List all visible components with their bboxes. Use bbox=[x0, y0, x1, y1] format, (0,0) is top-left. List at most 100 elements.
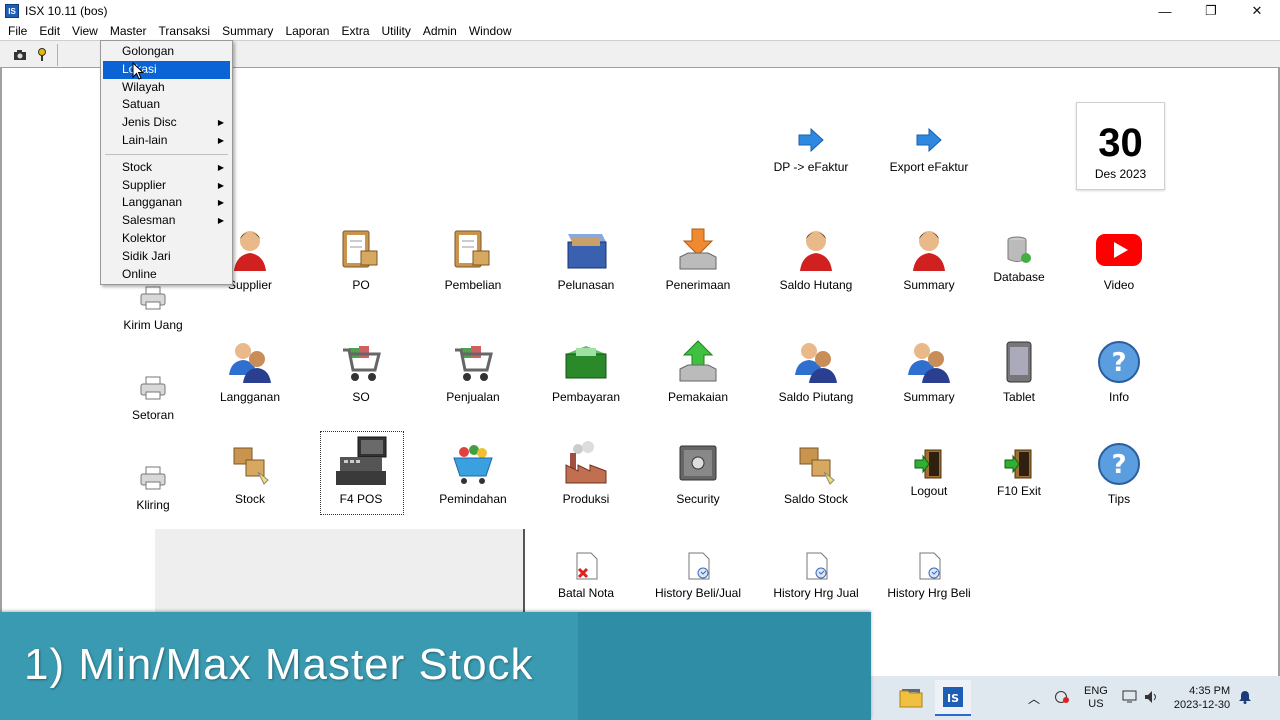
svg-text:?: ? bbox=[1111, 450, 1126, 480]
person-headset-icon bbox=[792, 226, 840, 274]
chevron-up-icon[interactable]: ︿ bbox=[1028, 690, 1040, 707]
safe-drawer-icon bbox=[562, 226, 610, 274]
camera-icon[interactable] bbox=[12, 47, 28, 63]
menu-view[interactable]: View bbox=[66, 22, 104, 40]
display-icon[interactable] bbox=[1122, 690, 1138, 707]
submenu-arrow-icon: ▶ bbox=[217, 216, 224, 226]
penjualan-button[interactable]: Penjualan bbox=[418, 338, 528, 404]
printer-icon bbox=[137, 462, 169, 494]
info-button[interactable]: ? Info bbox=[1064, 338, 1174, 404]
exit-button[interactable]: F10 Exit bbox=[964, 448, 1074, 498]
menu-laporan[interactable]: Laporan bbox=[279, 22, 335, 40]
history-hrg-beli-button[interactable]: History Hrg Beli bbox=[874, 550, 984, 600]
pemakaian-button[interactable]: Pemakaian bbox=[643, 338, 753, 404]
clipboard-box-icon bbox=[337, 226, 385, 274]
network-icon[interactable] bbox=[1054, 690, 1070, 707]
help-key-icon[interactable] bbox=[34, 47, 50, 63]
menu-item-online[interactable]: Online bbox=[101, 266, 232, 284]
isx-app-icon[interactable]: IS bbox=[935, 680, 971, 716]
document-history-icon bbox=[800, 550, 832, 582]
history-hrg-jual-button[interactable]: History Hrg Jual bbox=[761, 550, 871, 600]
menu-item-langganan[interactable]: Langganan ▶ bbox=[101, 194, 232, 212]
batal-nota-button[interactable]: Batal Nota bbox=[531, 550, 641, 600]
kliring-button[interactable]: Kliring bbox=[98, 462, 208, 512]
database-button[interactable]: Database bbox=[964, 234, 1074, 284]
stock-button[interactable]: Stock bbox=[195, 440, 305, 506]
close-button[interactable]: ✕ bbox=[1234, 0, 1280, 22]
menu-item-jenis-disc[interactable]: Jenis Disc ▶ bbox=[101, 114, 232, 132]
menu-item-lokasi[interactable]: Lokasi bbox=[103, 60, 230, 79]
clock[interactable]: 4:35 PM 2023-12-30 bbox=[1174, 684, 1230, 712]
menu-admin[interactable]: Admin bbox=[417, 22, 463, 40]
saldo-hutang-button[interactable]: Saldo Hutang bbox=[761, 226, 871, 292]
tips-button[interactable]: ? Tips bbox=[1064, 440, 1174, 506]
inbox-arrow-down-icon bbox=[674, 226, 722, 274]
svg-text:IS: IS bbox=[947, 692, 959, 705]
menu-item-sidik-jari[interactable]: Sidik Jari bbox=[101, 248, 232, 266]
person-headset-icon bbox=[226, 226, 274, 274]
penerimaan-button[interactable]: Penerimaan bbox=[643, 226, 753, 292]
history-beli-jual-button[interactable]: History Beli/Jual bbox=[643, 550, 753, 600]
menu-bar: File Edit View Master Transaksi Summary … bbox=[0, 22, 1280, 40]
file-explorer-icon[interactable] bbox=[893, 680, 929, 716]
saldo-stock-button[interactable]: Saldo Stock bbox=[761, 440, 871, 506]
boxes-icon bbox=[792, 440, 840, 488]
restore-button[interactable]: ❐ bbox=[1188, 0, 1234, 22]
notification-bell-icon[interactable] bbox=[1238, 690, 1252, 707]
boxes-icon bbox=[226, 440, 274, 488]
menu-item-supplier[interactable]: Supplier ▶ bbox=[101, 177, 232, 195]
saldo-piutang-button[interactable]: Saldo Piutang bbox=[761, 338, 871, 404]
produksi-button[interactable]: Produksi bbox=[531, 440, 641, 506]
arrow-right-icon bbox=[795, 124, 827, 156]
menu-window[interactable]: Window bbox=[463, 22, 518, 40]
master-dropdown-menu: Golongan Lokasi Wilayah Satuan Jenis Dis… bbox=[100, 40, 233, 285]
menu-master[interactable]: Master bbox=[104, 22, 153, 40]
menu-summary[interactable]: Summary bbox=[216, 22, 279, 40]
submenu-arrow-icon: ▶ bbox=[217, 162, 224, 172]
shopping-cart-icon bbox=[337, 338, 385, 386]
arrow-right-icon bbox=[913, 124, 945, 156]
question-icon: ? bbox=[1095, 338, 1143, 386]
menu-extra[interactable]: Extra bbox=[335, 22, 375, 40]
menu-item-stock[interactable]: Stock ▶ bbox=[101, 159, 232, 177]
pembelian-button[interactable]: Pembelian bbox=[418, 226, 528, 292]
minimize-button[interactable]: — bbox=[1142, 0, 1188, 22]
menu-item-lain-lain[interactable]: Lain-lain ▶ bbox=[101, 132, 232, 150]
language-indicator[interactable]: ENG US bbox=[1084, 685, 1108, 711]
database-icon bbox=[1003, 234, 1035, 266]
tutorial-banner: 1) Min/Max Master Stock bbox=[0, 612, 871, 720]
calendar-widget: 30 Des 2023 bbox=[1076, 102, 1165, 190]
shopping-cart-icon bbox=[449, 338, 497, 386]
menu-transaksi[interactable]: Transaksi bbox=[153, 22, 217, 40]
menu-edit[interactable]: Edit bbox=[33, 22, 66, 40]
window-title: ISX 10.11 (bos) bbox=[25, 4, 108, 18]
so-button[interactable]: SO bbox=[306, 338, 416, 404]
video-button[interactable]: Video bbox=[1064, 226, 1174, 292]
pemindahan-button[interactable]: Pemindahan bbox=[418, 440, 528, 506]
door-exit-icon bbox=[913, 448, 945, 480]
menu-item-golongan[interactable]: Golongan bbox=[101, 43, 232, 61]
setoran-button[interactable]: Setoran bbox=[98, 372, 208, 422]
pelunasan-button[interactable]: Pelunasan bbox=[531, 226, 641, 292]
menu-file[interactable]: File bbox=[2, 22, 33, 40]
menu-item-kolektor[interactable]: Kolektor bbox=[101, 230, 232, 248]
langganan-button[interactable]: Langganan bbox=[195, 338, 305, 404]
security-button[interactable]: Security bbox=[643, 440, 753, 506]
menu-item-wilayah[interactable]: Wilayah bbox=[101, 79, 232, 97]
kirim-uang-button[interactable]: Kirim Uang bbox=[98, 282, 208, 332]
submenu-arrow-icon: ▶ bbox=[217, 118, 224, 128]
export-efaktur-button[interactable]: Export eFaktur bbox=[874, 124, 984, 174]
grey-panel bbox=[155, 529, 523, 619]
document-history-icon bbox=[913, 550, 945, 582]
menu-utility[interactable]: Utility bbox=[376, 22, 417, 40]
volume-icon[interactable] bbox=[1144, 690, 1160, 707]
tablet-button[interactable]: Tablet bbox=[964, 338, 1074, 404]
pembayaran-button[interactable]: Pembayaran bbox=[531, 338, 641, 404]
menu-item-salesman[interactable]: Salesman ▶ bbox=[101, 212, 232, 230]
pos-button[interactable]: F4 POS bbox=[306, 434, 416, 506]
po-button[interactable]: PO bbox=[306, 226, 416, 292]
inbox-arrow-up-icon bbox=[674, 338, 722, 386]
basket-icon bbox=[449, 440, 497, 488]
dp-efaktur-button[interactable]: DP -> eFaktur bbox=[756, 124, 866, 174]
menu-item-satuan[interactable]: Satuan bbox=[101, 96, 232, 114]
